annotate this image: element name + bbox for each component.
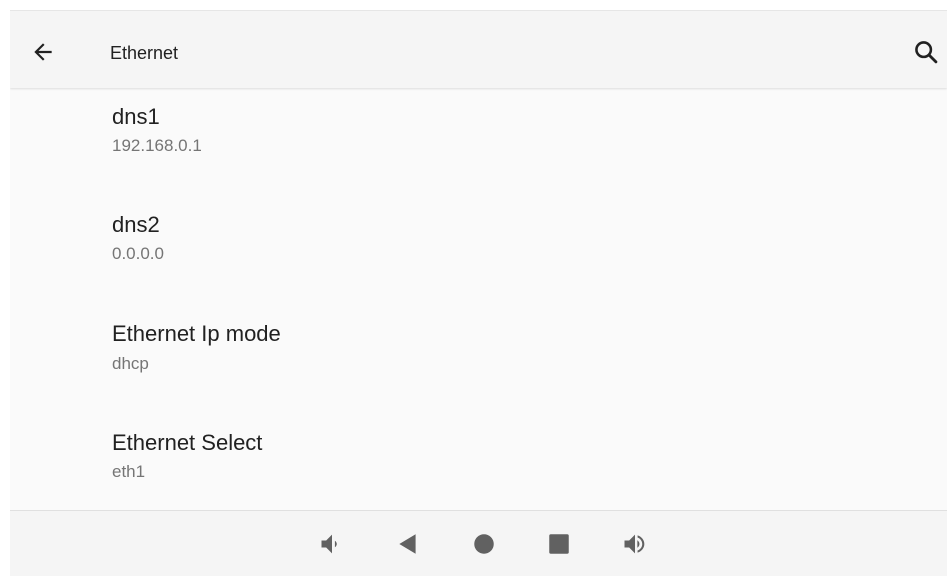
page-title: Ethernet	[110, 43, 179, 63]
preference-dns2[interactable]: dns2 0.0.0.0	[10, 198, 947, 306]
back-triangle-icon	[399, 534, 416, 554]
app-bar: Ethernet	[10, 10, 947, 88]
preference-summary: 192.168.0.1	[112, 136, 202, 155]
home-button[interactable]	[470, 530, 498, 558]
back-button[interactable]	[26, 35, 60, 69]
preference-summary: 0.0.0.0	[112, 244, 164, 263]
preference-title: dns2	[112, 212, 160, 237]
preference-title: Ethernet Select	[112, 430, 263, 455]
preference-dns1[interactable]: dns1 192.168.0.1	[10, 90, 947, 198]
settings-screen: Ethernet dns1 192.168.0.1 dns2 0.0.0.0 E…	[10, 10, 947, 576]
volume-up-button[interactable]	[621, 530, 649, 558]
volume-down-icon	[321, 534, 337, 554]
search-icon	[915, 41, 938, 64]
back-nav-button[interactable]	[394, 530, 422, 558]
volume-down-button[interactable]	[318, 530, 346, 558]
preference-summary: dhcp	[112, 354, 149, 373]
preference-title: dns1	[112, 104, 160, 129]
volume-up-icon	[624, 534, 645, 554]
preference-title: Ethernet Ip mode	[112, 321, 281, 346]
preference-ethernet-select[interactable]: Ethernet Select eth1	[10, 416, 947, 524]
preference-summary: eth1	[112, 462, 146, 481]
home-circle-icon	[474, 534, 494, 554]
navigation-bar	[10, 510, 947, 576]
preference-ethernet-ip-mode[interactable]: Ethernet Ip mode dhcp	[10, 308, 947, 416]
recents-button[interactable]	[545, 530, 573, 558]
arrow-back-icon	[34, 43, 52, 61]
search-button[interactable]	[909, 35, 943, 69]
recents-square-icon	[549, 534, 569, 554]
